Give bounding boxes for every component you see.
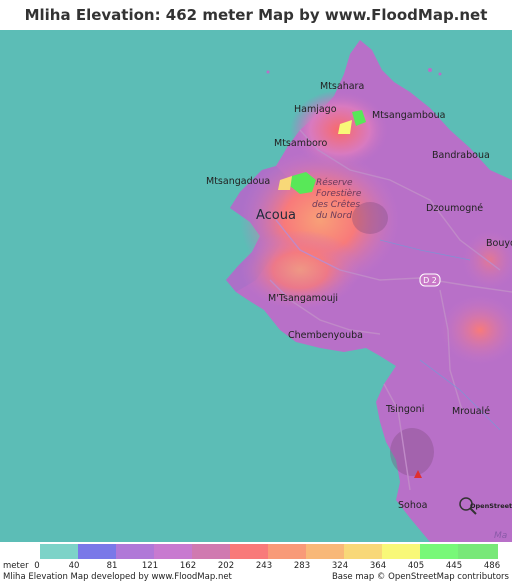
place-hamjago: Hamjago: [294, 104, 337, 115]
legend-tick: 486: [483, 561, 501, 571]
legend-swatch: [458, 544, 498, 559]
footer: Mliha Elevation Map developed by www.Flo…: [0, 572, 512, 582]
map-corner-text: Ma: [494, 531, 507, 541]
legend-swatch: [344, 544, 384, 559]
legend-tick: 202: [217, 561, 235, 571]
legend-tick: 445: [445, 561, 463, 571]
legend-swatch: [306, 544, 346, 559]
place-mtsangamouji: M'Tsangamouji: [268, 293, 338, 304]
footer-attribution[interactable]: Base map © OpenStreetMap contributors: [332, 572, 509, 582]
legend-swatch: [230, 544, 270, 559]
svg-text:du Nord: du Nord: [316, 211, 352, 221]
place-bouyo: Bouyo: [486, 238, 512, 249]
legend-tick: 364: [369, 561, 387, 571]
legend-tick: 40: [68, 561, 80, 571]
legend-swatch: [382, 544, 422, 559]
place-bandraboua: Bandraboua: [432, 150, 490, 161]
place-chembenyouba: Chembenyouba: [288, 330, 363, 341]
elevation-legend: meter 0 40 81 121 162 202 243 283 324 36…: [0, 542, 512, 582]
place-acoua: Acoua: [256, 208, 296, 223]
legend-tick: 81: [106, 561, 118, 571]
legend-tick: 162: [179, 561, 197, 571]
svg-text:OpenStreetMap: OpenStreetMap: [470, 502, 512, 510]
legend-swatch: [268, 544, 308, 559]
legend-tick: 0: [34, 561, 40, 571]
legend-tick: 243: [255, 561, 273, 571]
svg-text:Forestière: Forestière: [316, 188, 362, 199]
page-title: Mliha Elevation: 462 meter Map by www.Fl…: [0, 0, 512, 54]
place-tsingoni: Tsingoni: [385, 404, 424, 415]
legend-tick: 283: [293, 561, 311, 571]
legend-swatch: [154, 544, 194, 559]
map-canvas: D 2 Mtsahara Hamjago Mtsangamboua Mtsamb…: [0, 30, 512, 542]
legend-tick: 405: [407, 561, 425, 571]
svg-text:D 2: D 2: [423, 276, 437, 285]
place-mtsamboro: Mtsamboro: [274, 138, 327, 149]
place-mtsangadoua: Mtsangadoua: [206, 176, 270, 187]
elevation-map[interactable]: D 2 Mtsahara Hamjago Mtsangamboua Mtsamb…: [0, 30, 512, 542]
svg-text:des Crêtes: des Crêtes: [312, 199, 360, 210]
footer-credit[interactable]: Mliha Elevation Map developed by www.Flo…: [3, 572, 232, 582]
legend-swatch: [78, 544, 118, 559]
place-dzoumogne: Dzoumogné: [426, 203, 483, 214]
place-mtsangamboua: Mtsangamboua: [372, 110, 446, 121]
legend-tick: 324: [331, 561, 349, 571]
svg-text:Réserve: Réserve: [316, 177, 353, 188]
legend-tick: 121: [141, 561, 159, 571]
legend-swatch: [192, 544, 232, 559]
place-sohoa: Sohoa: [398, 500, 428, 511]
place-mroual: Mroualé: [452, 406, 490, 417]
place-mtsahara: Mtsahara: [320, 81, 364, 92]
legend-swatch: [116, 544, 156, 559]
road-badge: D 2: [419, 273, 441, 287]
legend-swatch: [40, 544, 80, 559]
legend-swatch: [420, 544, 460, 559]
